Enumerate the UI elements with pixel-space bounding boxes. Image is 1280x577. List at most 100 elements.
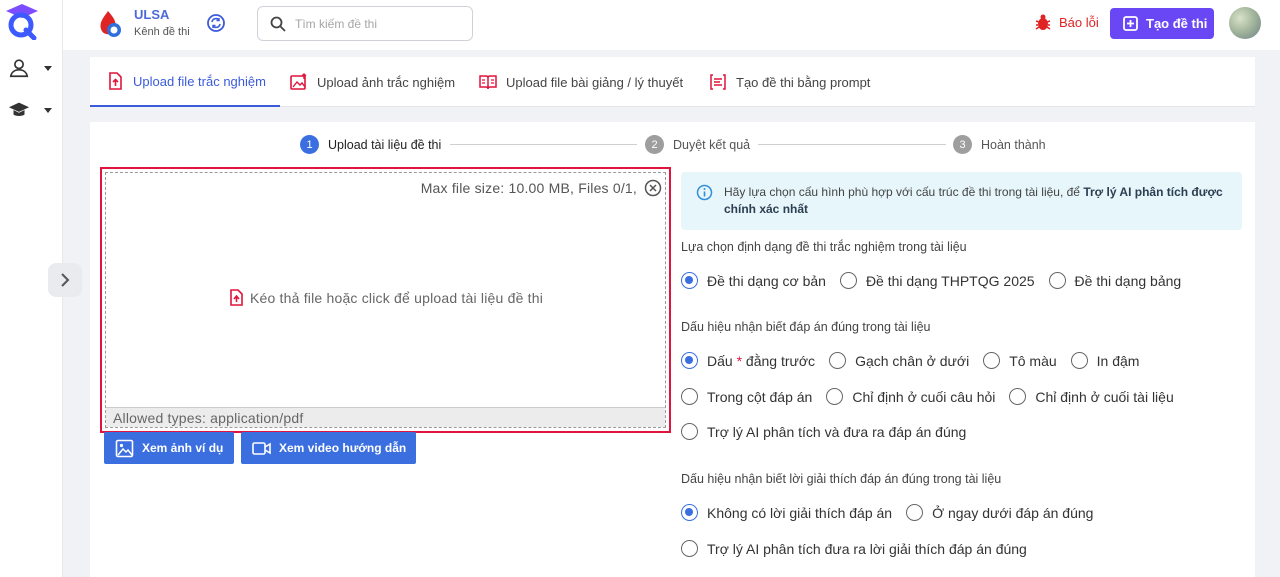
radio-dot[interactable] [983, 352, 1001, 369]
tab-label: Upload file trắc nghiệm [133, 73, 266, 89]
brand-subtitle: Kênh đề thi [134, 26, 190, 38]
radio-dot[interactable] [839, 272, 857, 289]
radio-answer-underline[interactable]: Gạch chân ở dưới [829, 352, 969, 369]
file-upload-icon [230, 289, 243, 306]
allowed-types: Allowed types: application/pdf [106, 407, 665, 427]
radio-format-table[interactable]: Đề thi dạng bảng [1048, 272, 1182, 289]
app-logo-icon[interactable] [4, 2, 40, 40]
radio-answer-end-document[interactable]: Chỉ định ở cuối tài liệu [1009, 388, 1174, 405]
video-camera-icon [252, 441, 271, 455]
video-guide-button[interactable]: Xem video hướng dẫn [241, 432, 416, 464]
file-upload-icon [109, 72, 122, 90]
video-guide-label: Xem video hướng dẫn [279, 441, 407, 455]
radio-answer-column[interactable]: Trong cột đáp án [681, 388, 812, 405]
tab-upload-file[interactable]: Upload file trắc nghiệm [90, 57, 280, 107]
brand-name: ULSA [134, 7, 170, 22]
answer-options-row-2: Trong cột đáp án Chỉ định ở cuối câu hỏi… [681, 388, 1188, 405]
radio-format-basic[interactable]: Đề thi dạng cơ bản [681, 272, 826, 289]
step-number: 1 [300, 135, 319, 154]
radio-label: Chỉ định ở cuối câu hỏi [852, 388, 996, 405]
radio-explain-below[interactable]: Ở ngay dưới đáp án đúng [906, 504, 1093, 521]
step-label: Upload tài liệu đề thi [328, 137, 442, 152]
radio-label: Trợ lý AI phân tích và đưa ra đáp án đún… [707, 423, 967, 440]
image-icon [115, 439, 134, 457]
radio-label: Đề thi dạng bảng [1074, 272, 1182, 289]
create-exam-button[interactable]: Tạo đề thi [1110, 8, 1214, 39]
radio-dot[interactable] [1009, 388, 1027, 405]
dropzone-highlight: Max file size: 10.00 MB, Files 0/1, Kéo … [100, 167, 671, 433]
close-icon[interactable] [644, 179, 662, 197]
radio-label: Ở ngay dưới đáp án đúng [932, 504, 1094, 521]
answer-options-row-1: Dấu * đằng trước Gạch chân ở dưới Tô màu… [681, 352, 1153, 369]
radio-format-thptqg[interactable]: Đề thi dạng THPTQG 2025 [839, 272, 1035, 289]
dropzone-text: Kéo thả file hoặc click để upload tài li… [249, 289, 544, 306]
radio-dot[interactable] [826, 388, 844, 405]
step-connector [758, 144, 946, 145]
file-dropzone[interactable]: Max file size: 10.00 MB, Files 0/1, Kéo … [105, 172, 666, 428]
avatar[interactable] [1229, 7, 1261, 39]
info-icon [696, 184, 713, 201]
format-section-title: Lựa chọn định dạng đề thi trắc nghiệm tr… [681, 240, 967, 254]
bug-icon [1035, 14, 1051, 30]
radio-explain-ai[interactable]: Trợ lý AI phân tích đưa ra lời giải thíc… [681, 540, 1027, 557]
radio-label-prefix: Dấu [707, 352, 733, 369]
format-options: Đề thi dạng cơ bản Đề thi dạng THPTQG 20… [681, 272, 1195, 289]
radio-dot[interactable] [681, 504, 698, 521]
explain-options-row-2: Trợ lý AI phân tích đưa ra lời giải thíc… [681, 540, 1041, 557]
user-menu[interactable] [8, 54, 56, 82]
graduation-cap-icon [8, 102, 30, 116]
radio-answer-star[interactable]: Dấu * đằng trước [681, 352, 815, 369]
info-alert: Hãy lựa chọn cấu hình phù hợp với cấu tr… [681, 172, 1242, 230]
add-box-icon [1123, 16, 1138, 31]
radio-label: Gạch chân ở dưới [855, 352, 970, 369]
radio-dot[interactable] [681, 272, 698, 289]
example-images-button[interactable]: Xem ảnh ví dụ [104, 432, 234, 464]
file-limit-text: Max file size: 10.00 MB, Files 0/1, [420, 180, 637, 196]
step-3: 3 Hoàn thành [953, 135, 1046, 154]
upload-tabs: Upload file trắc nghiệm Upload ảnh trắc … [90, 57, 1255, 107]
radio-dot[interactable] [681, 352, 698, 369]
radio-label-suffix: đằng trước [745, 352, 816, 369]
create-exam-label: Tạo đề thi [1146, 16, 1208, 31]
expand-sidebar-button[interactable] [48, 263, 82, 297]
brand[interactable]: ULSA Kênh đề thi [93, 7, 190, 40]
stepper: 1 Upload tài liệu đề thi 2 Duyệt kết quả… [300, 135, 1160, 155]
top-header: ULSA Kênh đề thi Báo lỗi Tạo đề thi [63, 0, 1280, 50]
switch-channel-icon[interactable] [206, 13, 226, 33]
radio-answer-ai[interactable]: Trợ lý AI phân tích và đưa ra đáp án đún… [681, 423, 966, 440]
radio-dot[interactable] [681, 388, 698, 405]
radio-label: Đề thi dạng THPTQG 2025 [865, 272, 1035, 289]
radio-answer-bold[interactable]: In đậm [1070, 352, 1140, 369]
course-menu[interactable] [8, 96, 56, 124]
radio-answer-color[interactable]: Tô màu [983, 352, 1057, 369]
step-connector [450, 144, 637, 145]
report-label: Báo lỗi [1059, 14, 1099, 30]
radio-label: In đậm [1096, 352, 1140, 369]
chevron-down-icon [44, 65, 52, 71]
dropzone-message: Kéo thả file hoặc click để upload tài li… [106, 289, 665, 306]
report-bug-button[interactable]: Báo lỗi [1034, 13, 1099, 31]
radio-dot[interactable] [1070, 352, 1088, 369]
radio-explain-none[interactable]: Không có lời giải thích đáp án [681, 504, 892, 521]
explain-section-title: Dấu hiệu nhận biết lời giải thích đáp án… [681, 472, 1002, 486]
radio-label: Dấu * đằng trước [707, 353, 815, 369]
radio-dot[interactable] [906, 504, 924, 521]
tab-upload-image[interactable]: Upload ảnh trắc nghiệm [290, 57, 455, 107]
radio-answer-end-question[interactable]: Chỉ định ở cuối câu hỏi [826, 388, 995, 405]
radio-dot[interactable] [1048, 272, 1066, 289]
search-input[interactable] [295, 16, 455, 31]
radio-dot[interactable] [681, 540, 698, 557]
search-box[interactable] [257, 6, 473, 41]
tab-label: Tạo đề thi bằng prompt [736, 74, 871, 90]
radio-label: Chỉ định ở cuối tài liệu [1035, 388, 1174, 405]
tab-label: Upload file bài giảng / lý thuyết [506, 74, 684, 90]
tab-label: Upload ảnh trắc nghiệm [317, 74, 456, 90]
ulsa-logo-icon [100, 10, 121, 37]
radio-dot[interactable] [829, 352, 847, 369]
upload-card: 1 Upload tài liệu đề thi 2 Duyệt kết quả… [90, 122, 1255, 577]
tab-prompt[interactable]: Tạo đề thi bằng prompt [709, 57, 870, 107]
radio-label: Trợ lý AI phân tích đưa ra lời giải thíc… [707, 540, 1027, 557]
search-icon [270, 16, 286, 32]
tab-upload-lecture[interactable]: Upload file bài giảng / lý thuyết [479, 57, 683, 107]
radio-dot[interactable] [681, 423, 698, 440]
